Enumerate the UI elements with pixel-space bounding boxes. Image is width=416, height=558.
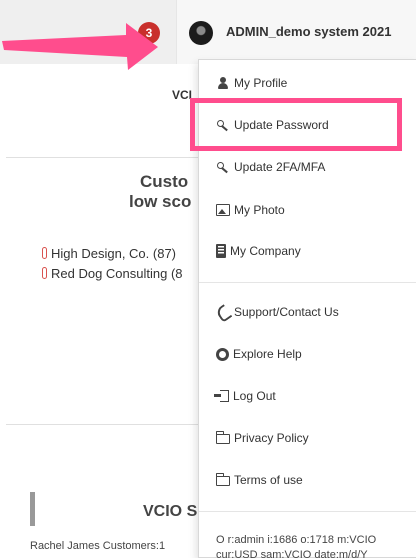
- user-name[interactable]: ADMIN_demo system 2021: [226, 24, 391, 39]
- session-info-line1: O r:admin i:1686 o:1718 m:VCIO: [216, 534, 377, 546]
- menu-item-label: Privacy Policy: [234, 431, 309, 445]
- menu-item-label: Update 2FA/MFA: [234, 160, 326, 174]
- list-item[interactable]: Red Dog Consulting (8: [42, 266, 183, 281]
- phone-icon: [216, 305, 230, 319]
- section-divider: [6, 157, 202, 158]
- avatar[interactable]: [189, 21, 213, 45]
- menu-item-my-photo[interactable]: My Photo: [216, 203, 285, 217]
- section-divider: [6, 424, 202, 425]
- lifering-icon: [216, 347, 229, 361]
- thermometer-icon: [42, 267, 47, 279]
- section-heading: VCIO S: [143, 503, 198, 520]
- menu-item-support[interactable]: Support/Contact Us: [216, 305, 339, 319]
- key-icon: [216, 160, 230, 174]
- thermometer-icon: [42, 247, 47, 259]
- menu-divider: [199, 282, 416, 283]
- menu-item-label: My Company: [230, 244, 301, 258]
- list-item-label: High Design, Co. (87): [51, 246, 176, 261]
- menu-item-my-company[interactable]: My Company: [216, 244, 301, 258]
- session-info-line2: cur:USD sam:VCIO date:m/d/Y: [216, 549, 368, 558]
- menu-item-explore-help[interactable]: Explore Help: [216, 347, 302, 361]
- customer-summary: Rachel James Customers:1: [30, 540, 166, 552]
- section-heading-line2: low sco: [129, 192, 192, 211]
- pointer-arrow-icon: [2, 23, 158, 70]
- section-heading: Custo: [140, 172, 189, 191]
- menu-item-my-profile[interactable]: My Profile: [216, 76, 287, 90]
- menu-item-update-2fa[interactable]: Update 2FA/MFA: [216, 160, 325, 174]
- menu-item-log-out[interactable]: Log Out: [214, 389, 276, 403]
- highlight-box: [190, 98, 402, 151]
- list-item-label: Red Dog Consulting (8: [51, 266, 183, 281]
- folder-icon: [216, 473, 230, 486]
- menu-item-privacy-policy[interactable]: Privacy Policy: [216, 431, 309, 445]
- user-icon: [216, 76, 230, 90]
- menu-item-terms-of-use[interactable]: Terms of use: [216, 473, 303, 487]
- session-info: O r:admin i:1686 o:1718 m:VCIO cur:USD s…: [216, 533, 411, 558]
- menu-item-label: Support/Contact Us: [234, 305, 339, 319]
- list-item[interactable]: High Design, Co. (87): [42, 246, 176, 261]
- building-icon: [216, 244, 226, 258]
- menu-item-label: Log Out: [233, 389, 276, 403]
- menu-item-label: Terms of use: [234, 473, 303, 487]
- menu-divider: [199, 511, 416, 512]
- menu-item-label: My Photo: [234, 203, 285, 217]
- photo-icon: [216, 204, 230, 216]
- page-subtitle: VCI: [172, 88, 193, 102]
- folder-icon: [216, 431, 230, 444]
- section-accent-bar: [30, 492, 35, 526]
- menu-item-label: My Profile: [234, 76, 288, 90]
- logout-icon: [214, 390, 229, 402]
- menu-item-label: Explore Help: [233, 347, 302, 361]
